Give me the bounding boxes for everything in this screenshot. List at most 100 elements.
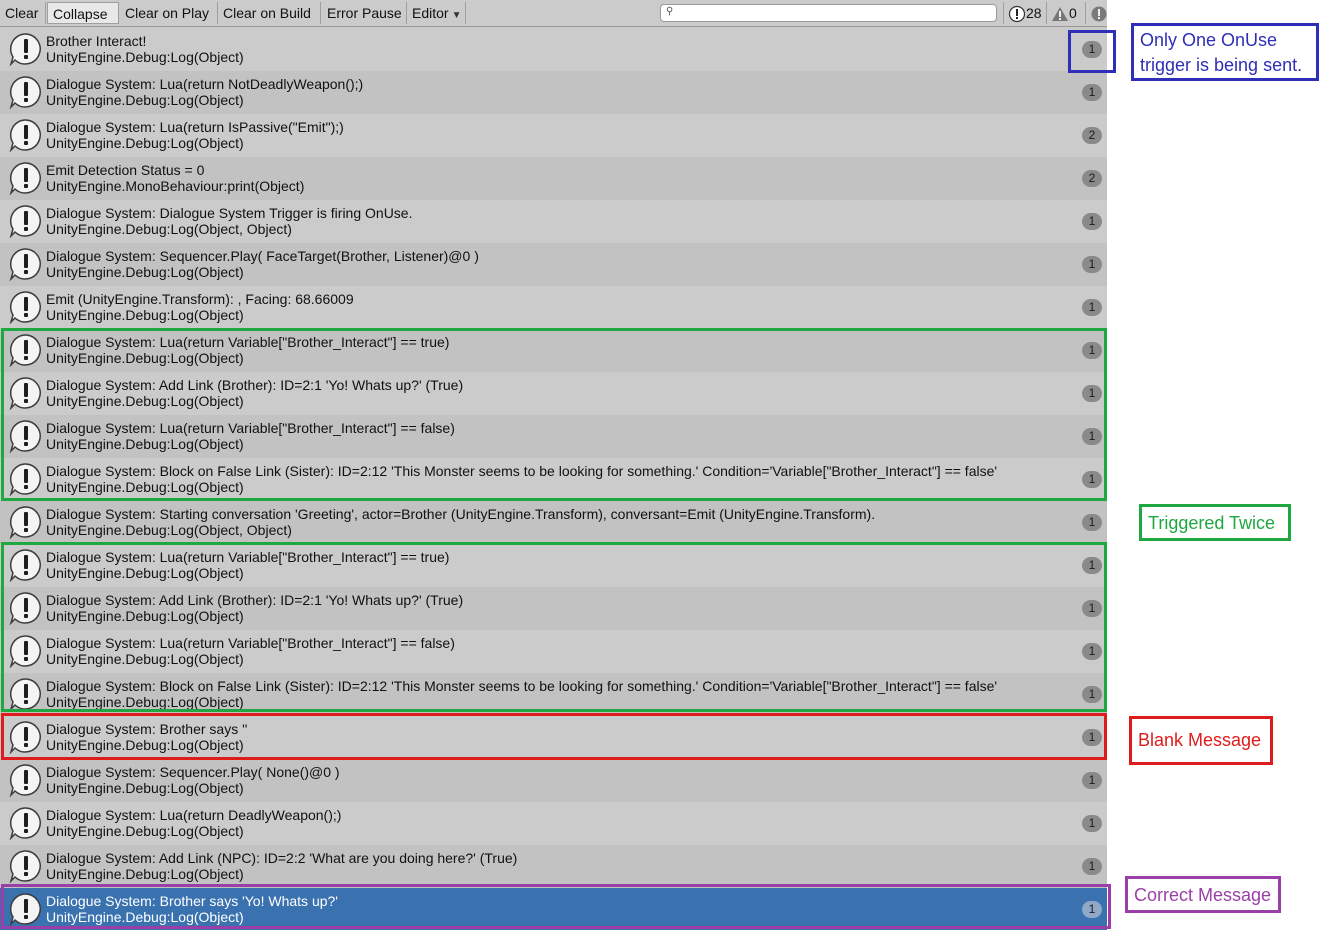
collapse-count-badge: 2: [1082, 127, 1102, 144]
log-message: Dialogue System: Lua(return Variable["Br…: [46, 549, 450, 565]
log-entry[interactable]: Dialogue System: Lua(return Variable["Br…: [0, 544, 1107, 587]
collapse-count-badge: 1: [1082, 729, 1102, 746]
info-log-icon: [9, 119, 41, 152]
log-message: Dialogue System: Sequencer.Play( FaceTar…: [46, 248, 479, 264]
log-stack-trace: UnityEngine.Debug:Log(Object): [46, 135, 244, 151]
log-entry[interactable]: Dialogue System: Add Link (NPC): ID=2:2 …: [0, 845, 1107, 888]
info-log-icon: [9, 807, 41, 840]
info-log-icon: [9, 549, 41, 582]
info-log-icon: [9, 592, 41, 625]
onuse-annotation-line2: trigger is being sent.: [1140, 55, 1303, 75]
log-entry[interactable]: Dialogue System: Lua(return DeadlyWeapon…: [0, 802, 1107, 845]
collapse-toggle[interactable]: Collapse: [47, 2, 119, 24]
editor-dropdown-label: Editor: [412, 5, 449, 21]
log-entry[interactable]: Dialogue System: Brother says 'Yo! Whats…: [0, 888, 1107, 930]
info-count-toggle[interactable]: 28: [1003, 2, 1045, 24]
editor-dropdown[interactable]: Editor ▼: [407, 2, 466, 24]
log-entry[interactable]: Dialogue System: Sequencer.Play( None()@…: [0, 759, 1107, 802]
collapse-count-badge: 1: [1082, 213, 1102, 230]
log-entry[interactable]: Dialogue System: Lua(return NotDeadlyWea…: [0, 71, 1107, 114]
log-stack-trace: UnityEngine.Debug:Log(Object): [46, 49, 244, 65]
info-log-icon: [9, 377, 41, 410]
onuse-annotation-line1: Only One OnUse: [1140, 30, 1278, 50]
collapse-count-badge: 1: [1082, 299, 1102, 316]
log-message: Dialogue System: Starting conversation '…: [46, 506, 876, 522]
clear-button[interactable]: Clear: [0, 2, 46, 24]
log-entry[interactable]: Dialogue System: Add Link (Brother): ID=…: [0, 587, 1107, 630]
collapse-count-badge: 1: [1082, 901, 1102, 918]
log-message: Dialogue System: Dialogue System Trigger…: [46, 205, 413, 221]
log-message: Dialogue System: Lua(return Variable["Br…: [46, 635, 455, 651]
collapse-count-badge: 1: [1082, 557, 1102, 574]
log-stack-trace: UnityEngine.Debug:Log(Object): [46, 479, 244, 495]
info-log-icon: [9, 291, 41, 324]
info-log-icon: [9, 764, 41, 797]
log-stack-trace: UnityEngine.Debug:Log(Object): [46, 737, 244, 753]
info-count: 28: [1026, 5, 1042, 21]
log-message: Dialogue System: Add Link (NPC): ID=2:2 …: [46, 850, 518, 866]
log-message: Dialogue System: Add Link (Brother): ID=…: [46, 377, 464, 393]
dropdown-caret-icon: ▼: [451, 10, 462, 21]
log-entry[interactable]: Dialogue System: Add Link (Brother): ID=…: [0, 372, 1107, 415]
log-entry[interactable]: Dialogue System: Lua(return Variable["Br…: [0, 415, 1107, 458]
info-log-icon: [9, 205, 41, 238]
log-entry[interactable]: Dialogue System: Lua(return Variable["Br…: [0, 329, 1107, 372]
collapse-count-badge: 1: [1082, 41, 1102, 58]
log-message: Emit (UnityEngine.Transform): , Facing: …: [46, 291, 354, 307]
collapse-count-badge: 1: [1082, 256, 1102, 273]
log-entry[interactable]: Dialogue System: Dialogue System Trigger…: [0, 200, 1107, 243]
log-entry[interactable]: Dialogue System: Lua(return IsPassive("E…: [0, 114, 1107, 157]
log-message: Dialogue System: Lua(return Variable["Br…: [46, 334, 450, 350]
log-stack-trace: UnityEngine.Debug:Log(Object, Object): [46, 221, 292, 237]
info-log-icon: [9, 850, 41, 883]
log-stack-trace: UnityEngine.Debug:Log(Object): [46, 307, 244, 323]
search-icon: ⚲: [666, 6, 674, 17]
log-message: Dialogue System: Block on False Link (Si…: [46, 678, 998, 694]
log-stack-trace: UnityEngine.Debug:Log(Object, Object): [46, 522, 292, 538]
collapse-count-badge: 2: [1082, 170, 1102, 187]
collapse-count-badge: 1: [1082, 600, 1102, 617]
console-toolbar: Clear Collapse Clear on Play Clear on Bu…: [0, 0, 1107, 27]
log-entry[interactable]: Dialogue System: Block on False Link (Si…: [0, 673, 1107, 716]
log-entry[interactable]: Dialogue System: Block on False Link (Si…: [0, 458, 1107, 501]
collapse-count-badge: 1: [1082, 342, 1102, 359]
log-stack-trace: UnityEngine.Debug:Log(Object): [46, 436, 244, 452]
console-window: Clear Collapse Clear on Play Clear on Bu…: [0, 0, 1107, 930]
info-log-icon: [9, 893, 41, 926]
info-log-icon: [9, 463, 41, 496]
log-entry[interactable]: Dialogue System: Lua(return Variable["Br…: [0, 630, 1107, 673]
log-entry[interactable]: Emit Detection Status = 0 UnityEngine.Mo…: [0, 157, 1107, 200]
collapse-count-badge: 1: [1082, 471, 1102, 488]
log-entry[interactable]: Dialogue System: Brother says '' UnityEn…: [0, 716, 1107, 759]
info-log-icon: [9, 33, 41, 66]
onuse-annotation: Only One OnUse trigger is being sent.: [1131, 23, 1319, 81]
warning-count-toggle[interactable]: 0: [1046, 2, 1084, 24]
info-log-icon: [9, 721, 41, 754]
warning-icon: [1052, 7, 1068, 22]
log-entry[interactable]: Brother Interact! UnityEngine.Debug:Log(…: [0, 28, 1107, 71]
collapse-count-badge: 1: [1082, 815, 1102, 832]
info-log-icon: [9, 162, 41, 195]
log-message: Dialogue System: Brother says 'Yo! Whats…: [46, 893, 338, 909]
clear-on-build-toggle[interactable]: Clear on Build: [218, 2, 321, 24]
log-stack-trace: UnityEngine.Debug:Log(Object): [46, 780, 244, 796]
log-entry[interactable]: Dialogue System: Starting conversation '…: [0, 501, 1107, 544]
search-field[interactable]: ⚲: [660, 4, 997, 23]
collapse-count-badge: 1: [1082, 514, 1102, 531]
log-stack-trace: UnityEngine.Debug:Log(Object): [46, 694, 244, 710]
blank-message-annotation: Blank Message: [1129, 716, 1273, 765]
collapse-count-badge: 1: [1082, 772, 1102, 789]
info-log-icon: [9, 248, 41, 281]
search-input[interactable]: [679, 5, 993, 23]
info-log-icon: [9, 506, 41, 539]
clear-on-play-toggle[interactable]: Clear on Play: [120, 2, 218, 24]
log-entry[interactable]: Dialogue System: Sequencer.Play( FaceTar…: [0, 243, 1107, 286]
error-pause-toggle[interactable]: Error Pause: [322, 2, 407, 24]
log-message: Brother Interact!: [46, 33, 147, 49]
info-log-icon: [9, 76, 41, 109]
log-list: Brother Interact! UnityEngine.Debug:Log(…: [0, 28, 1107, 930]
error-count-toggle[interactable]: [1085, 2, 1107, 24]
log-message: Dialogue System: Lua(return Variable["Br…: [46, 420, 455, 436]
log-entry[interactable]: Emit (UnityEngine.Transform): , Facing: …: [0, 286, 1107, 329]
collapse-count-badge: 1: [1082, 686, 1102, 703]
